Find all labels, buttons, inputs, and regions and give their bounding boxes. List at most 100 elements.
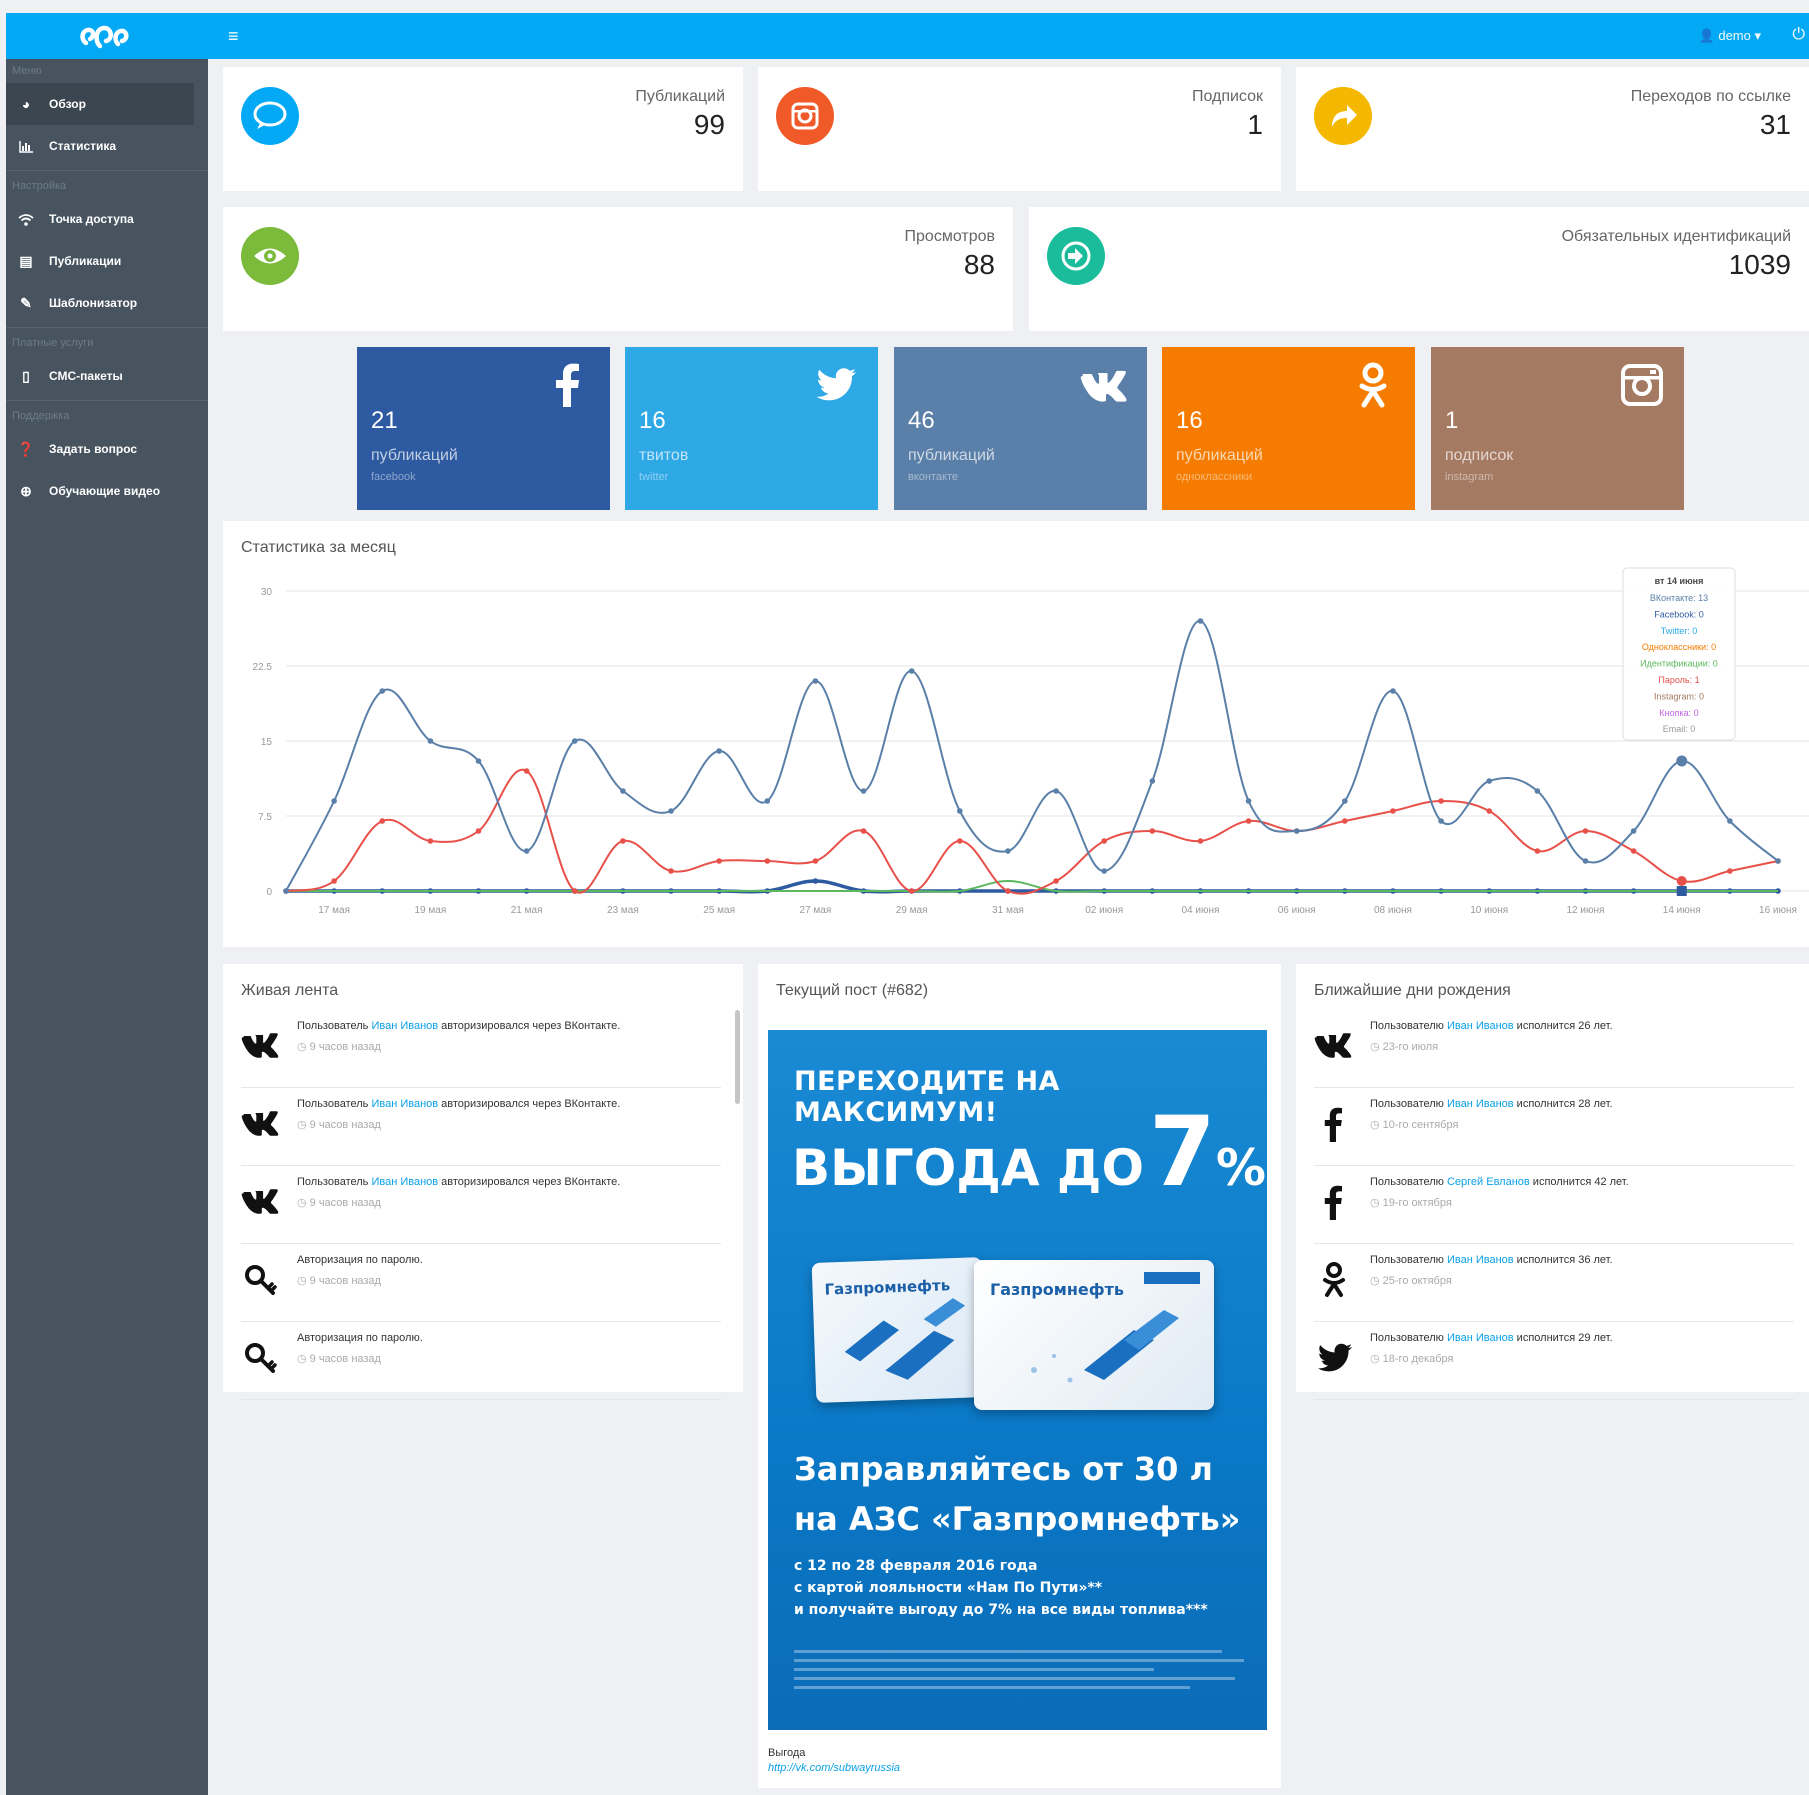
sidebar-item-tutorial-videos[interactable]: ⊕ Обучающие видео — [6, 470, 208, 512]
tile-instagram[interactable]: 1 подписок instagram — [1431, 347, 1684, 510]
data-point[interactable] — [860, 788, 867, 794]
data-point[interactable] — [331, 878, 337, 884]
sidebar-item-ask-question[interactable]: ❓ Задать вопрос — [6, 428, 208, 470]
data-point[interactable] — [427, 838, 434, 844]
data-point[interactable] — [620, 838, 626, 844]
data-point[interactable] — [957, 838, 963, 844]
data-point[interactable] — [1293, 828, 1300, 834]
user-link[interactable]: Сергей Евланов — [1447, 1176, 1530, 1188]
data-point[interactable] — [1438, 798, 1444, 804]
data-point[interactable] — [1005, 888, 1011, 894]
data-point[interactable] — [1342, 798, 1348, 804]
data-point[interactable] — [379, 688, 386, 694]
post-banner[interactable]: ПЕРЕХОДИТЕ НА МАКСИМУМ! ВЫГОДА ДО 7%* Га… — [768, 1030, 1267, 1730]
data-point[interactable] — [812, 878, 819, 884]
data-point[interactable] — [1486, 808, 1493, 814]
data-point[interactable] — [1390, 808, 1396, 814]
data-point[interactable] — [908, 668, 915, 674]
data-point[interactable] — [1005, 848, 1011, 854]
data-point[interactable] — [571, 888, 578, 894]
sidebar-item-overview[interactable]: ◕ Обзор — [6, 83, 194, 125]
user-menu[interactable]: 👤 demo ▾ — [1699, 28, 1761, 44]
user-link[interactable]: Иван Иванов — [1447, 1254, 1514, 1266]
data-point[interactable] — [716, 858, 722, 864]
data-point[interactable] — [283, 888, 289, 894]
x-tick-label: 25 мая — [703, 905, 735, 916]
data-point[interactable] — [764, 858, 771, 864]
tile-twitter[interactable]: 16 твитов twitter — [625, 347, 878, 510]
tile-word: публикаций — [1176, 447, 1263, 464]
data-point[interactable] — [331, 798, 337, 804]
data-point[interactable] — [427, 738, 434, 744]
data-point[interactable] — [1197, 838, 1204, 844]
data-point[interactable] — [1101, 838, 1107, 844]
sidebar-item-publications[interactable]: ▤ Публикации — [6, 240, 208, 282]
data-point[interactable] — [1245, 818, 1252, 824]
data-point[interactable] — [1342, 818, 1348, 824]
stat-value: 1039 — [1728, 249, 1791, 280]
banner-slogan-2: на АЗС «Газпромнефть» — [794, 1500, 1241, 1538]
power-icon[interactable]: ⏻ — [1792, 26, 1805, 44]
data-point[interactable] — [957, 808, 963, 814]
user-link[interactable]: Иван Иванов — [1447, 1020, 1514, 1032]
sidebar-item-statistics[interactable]: Статистика — [6, 125, 208, 167]
data-point[interactable] — [1775, 858, 1781, 864]
data-point[interactable] — [379, 818, 386, 824]
user-link[interactable]: Иван Иванов — [371, 1098, 438, 1110]
hover-point[interactable] — [1676, 886, 1687, 896]
data-point[interactable] — [1534, 788, 1541, 794]
data-point[interactable] — [1438, 818, 1444, 824]
data-point[interactable] — [1101, 868, 1107, 874]
post-link[interactable]: http://vk.com/subwayrussia — [768, 1762, 900, 1774]
data-point[interactable] — [1534, 848, 1541, 854]
data-point[interactable] — [1486, 778, 1493, 784]
data-point[interactable] — [1053, 878, 1059, 884]
data-point[interactable] — [860, 828, 867, 834]
data-point[interactable] — [1149, 778, 1156, 784]
data-point[interactable] — [1582, 858, 1589, 864]
tile-odnoklassniki[interactable]: 16 публикаций одноклассники — [1162, 347, 1415, 510]
data-point[interactable] — [908, 888, 915, 894]
data-point[interactable] — [1630, 828, 1637, 834]
data-point[interactable] — [1582, 828, 1589, 834]
data-point[interactable] — [1630, 848, 1637, 854]
data-point[interactable] — [475, 828, 482, 834]
data-point[interactable] — [764, 798, 771, 804]
user-link[interactable]: Иван Иванов — [371, 1020, 438, 1032]
sidebar-section-menu: Меню — [12, 65, 42, 77]
data-point[interactable] — [716, 748, 722, 754]
tooltip-line: Instagram: 0 — [1654, 691, 1704, 701]
data-point[interactable] — [812, 858, 819, 864]
sidebar-item-sms[interactable]: ▯ СМС-пакеты — [6, 355, 208, 397]
data-point[interactable] — [475, 758, 482, 764]
data-point[interactable] — [571, 738, 578, 744]
data-point[interactable] — [812, 678, 819, 684]
divider — [6, 400, 208, 401]
data-point[interactable] — [668, 868, 674, 874]
user-link[interactable]: Иван Иванов — [1447, 1332, 1514, 1344]
data-point[interactable] — [1727, 818, 1733, 824]
hover-point[interactable] — [1676, 876, 1687, 886]
data-point[interactable] — [523, 768, 530, 774]
data-point[interactable] — [1197, 618, 1204, 624]
data-point[interactable] — [668, 808, 674, 814]
data-point[interactable] — [1245, 798, 1252, 804]
data-point[interactable] — [1727, 868, 1733, 874]
menu-toggle-button[interactable]: ≡ — [228, 27, 239, 45]
scrollbar[interactable] — [735, 1010, 740, 1104]
tile-vk[interactable]: 46 публикаций вконтакте — [894, 347, 1147, 510]
instagram-icon — [1621, 364, 1663, 406]
feed-item: Авторизация по паролю. ◷ 9 часов назад — [241, 1322, 721, 1400]
user-link[interactable]: Иван Иванов — [371, 1176, 438, 1188]
tile-facebook[interactable]: 21 публикаций facebook — [357, 347, 610, 510]
data-point[interactable] — [1053, 788, 1059, 794]
sidebar-item-templater[interactable]: ✎ Шаблонизатор — [6, 282, 208, 324]
data-point[interactable] — [1390, 688, 1396, 694]
sidebar-item-access-point[interactable]: Точка доступа — [6, 198, 208, 240]
data-point[interactable] — [620, 788, 626, 794]
user-link[interactable]: Иван Иванов — [1447, 1098, 1514, 1110]
hover-point[interactable] — [1676, 755, 1688, 767]
data-point[interactable] — [1149, 828, 1156, 834]
logo-icon[interactable] — [76, 21, 134, 51]
data-point[interactable] — [523, 848, 530, 854]
